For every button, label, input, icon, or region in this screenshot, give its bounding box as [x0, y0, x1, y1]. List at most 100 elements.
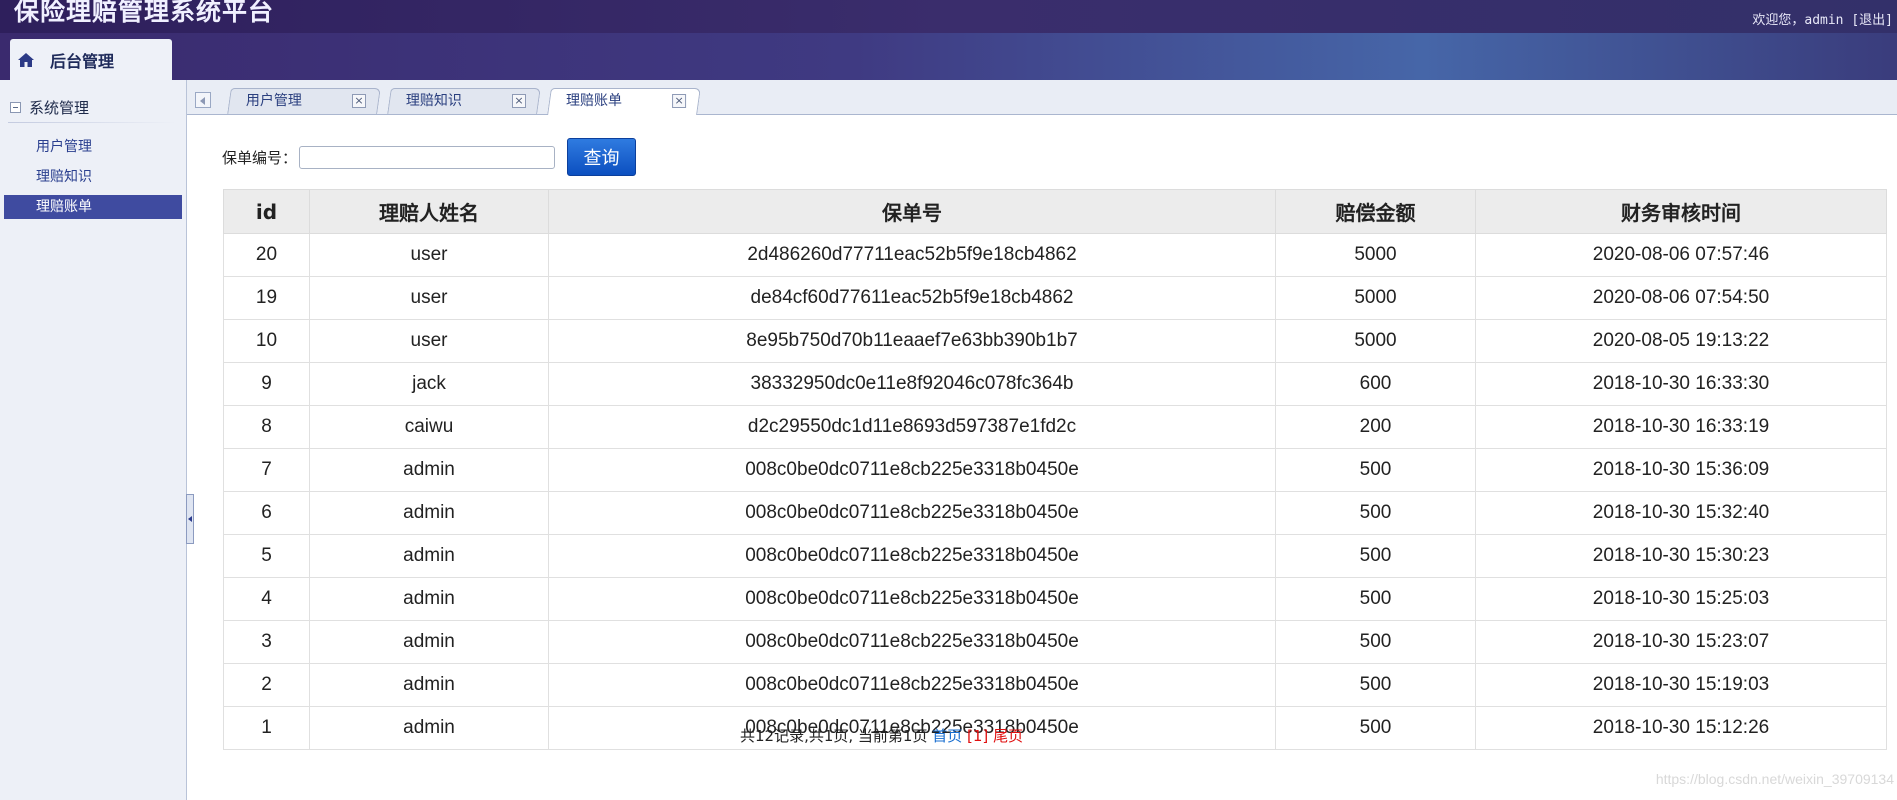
close-icon[interactable]: × [512, 94, 526, 108]
column-header: 赔偿金额 [1275, 189, 1476, 234]
column-header: 理赔人姓名 [309, 189, 549, 234]
cell-id: 8 [223, 405, 310, 449]
welcome-bar: 欢迎您，admin [退出] [1752, 9, 1893, 28]
cell-amount: 500 [1275, 491, 1476, 535]
table-header-row: id 理赔人姓名 保单号 赔偿金额 财务审核时间 [223, 189, 1887, 234]
cell-policy-no: 38332950dc0e11e8f92046c078fc364b [548, 362, 1276, 406]
cell-policy-no: 8e95b750d70b11eaaef7e63bb390b1b7 [548, 319, 1276, 363]
policy-number-input[interactable] [299, 145, 556, 169]
cell-policy-no: 008c0be0dc0711e8cb225e3318b0450e [548, 448, 1276, 492]
cell-id: 3 [223, 620, 310, 664]
cell-amount: 5000 [1275, 233, 1476, 277]
cell-amount: 500 [1275, 577, 1476, 621]
tab-label: 理赔账单 [566, 93, 622, 109]
watermark: https://blog.csdn.net/weixin_39709134 [1655, 771, 1894, 787]
cell-audit-time: 2018-10-30 15:30:23 [1475, 534, 1887, 578]
cell-policy-no: 2d486260d77711eac52b5f9e18cb4862 [548, 233, 1276, 277]
close-icon[interactable]: × [352, 94, 366, 108]
sidebar-divider [8, 122, 176, 123]
tab-label: 用户管理 [245, 93, 302, 109]
app-header: 保险理赔管理系统平台 欢迎您，admin [退出] 后台管理 [0, 0, 1897, 81]
column-header: 保单号 [548, 189, 1276, 234]
cell-id: 1 [223, 706, 310, 750]
cell-amount: 200 [1275, 405, 1476, 449]
cell-amount: 5000 [1275, 276, 1476, 320]
cell-audit-time: 2018-10-30 15:25:03 [1475, 577, 1887, 621]
cell-claimant: user [309, 233, 549, 277]
column-header: 财务审核时间 [1475, 189, 1887, 234]
sidebar-item-bills[interactable]: 理赔账单 [4, 195, 182, 219]
cell-audit-time: 2018-10-30 15:23:07 [1475, 620, 1887, 664]
cell-audit-time: 2018-10-30 16:33:30 [1475, 362, 1887, 406]
tab-scroll-left-icon[interactable] [195, 92, 211, 108]
collapse-minus-icon[interactable] [10, 102, 21, 113]
tab-strip: 用户管理 × 理赔知识 × 理赔账单 × [187, 80, 1897, 115]
cell-audit-time: 2020-08-06 07:54:50 [1475, 276, 1887, 320]
cell-audit-time: 2020-08-06 07:57:46 [1475, 233, 1887, 277]
pagination: 共12记录,共1页, 当前第1页 首页 [1] 尾页 [740, 725, 1023, 746]
logout-link[interactable]: [退出] [1851, 13, 1893, 28]
table-row: 4 admin 008c0be0dc0711e8cb225e3318b0450e 50… [223, 577, 1887, 621]
cell-id: 20 [223, 233, 310, 277]
sidebar-group-system[interactable]: 系统管理 [10, 97, 89, 118]
sidebar-item-users[interactable]: 用户管理 [4, 135, 182, 159]
column-header: id [223, 189, 310, 234]
main-tab-label: 后台管理 [50, 52, 115, 71]
cell-claimant: admin [309, 620, 549, 664]
close-icon[interactable]: × [672, 94, 687, 108]
cell-claimant: admin [309, 577, 549, 621]
cell-audit-time: 2018-10-30 15:19:03 [1475, 663, 1887, 707]
cell-amount: 500 [1275, 706, 1476, 750]
first-page-link[interactable]: 首页 [932, 727, 962, 745]
cell-audit-time: 2020-08-05 19:13:22 [1475, 319, 1887, 363]
cell-claimant: admin [309, 663, 549, 707]
cell-amount: 600 [1275, 362, 1476, 406]
cell-id: 5 [223, 534, 310, 578]
app-title: 保险理赔管理系统平台 [14, 0, 275, 26]
claim-bill-table: id 理赔人姓名 保单号 赔偿金额 财务审核时间 20 user 2d486260d… [223, 189, 1887, 750]
home-icon [18, 53, 34, 67]
search-row: 保单编号： 查询 [222, 138, 637, 176]
cell-claimant: admin [309, 448, 549, 492]
sidebar-item-knowledge[interactable]: 理赔知识 [4, 165, 182, 189]
sidebar-group-label: 系统管理 [29, 99, 90, 117]
cell-audit-time: 2018-10-30 15:12:26 [1475, 706, 1887, 750]
cell-policy-no: 008c0be0dc0711e8cb225e3318b0450e [548, 663, 1276, 707]
cell-claimant: admin [309, 491, 549, 535]
cell-policy-no: 008c0be0dc0711e8cb225e3318b0450e [548, 491, 1276, 535]
main-tab-admin[interactable]: 后台管理 [10, 39, 172, 81]
table-row: 7 admin 008c0be0dc0711e8cb225e3318b0450e 50… [223, 448, 1887, 492]
header-topbar [0, 0, 1897, 33]
cell-claimant: jack [309, 362, 549, 406]
cell-amount: 500 [1275, 534, 1476, 578]
table-row: 19 user de84cf60d77611eac52b5f9e18cb4862 50… [223, 276, 1887, 320]
table-row: 10 user 8e95b750d70b11eaaef7e63bb390b1b7 50… [223, 319, 1887, 363]
last-page-link[interactable]: 尾页 [993, 727, 1023, 745]
cell-policy-no: de84cf60d77611eac52b5f9e18cb4862 [548, 276, 1276, 320]
policy-number-label: 保单编号： [222, 148, 298, 167]
cell-id: 9 [223, 362, 310, 406]
cell-amount: 500 [1275, 448, 1476, 492]
tab-bills[interactable]: 理赔账单 × [547, 88, 701, 115]
table-row: 9 jack 38332950dc0e11e8f92046c078fc364b 600… [223, 362, 1887, 406]
table-row: 5 admin 008c0be0dc0711e8cb225e3318b0450e 50… [223, 534, 1887, 578]
tab-label: 理赔知识 [405, 93, 462, 109]
current-page: [1] [962, 727, 994, 745]
sidebar-collapse-handle[interactable] [186, 494, 194, 544]
pager-summary: 共12记录,共1页, 当前第1页 [740, 727, 933, 745]
cell-policy-no: 008c0be0dc0711e8cb225e3318b0450e [548, 577, 1276, 621]
cell-claimant: admin [309, 534, 549, 578]
tab-knowledge[interactable]: 理赔知识 × [387, 88, 541, 114]
sidebar: 系统管理 用户管理 理赔知识 理赔账单 [0, 80, 187, 800]
table-row: 8 caiwu d2c29550dc1d11e8693d597387e1fd2c 20… [223, 405, 1887, 449]
cell-id: 4 [223, 577, 310, 621]
cell-policy-no: 008c0be0dc0711e8cb225e3318b0450e [548, 534, 1276, 578]
cell-id: 7 [223, 448, 310, 492]
tab-users[interactable]: 用户管理 × [227, 88, 381, 114]
welcome-text: 欢迎您，admin [1752, 13, 1852, 28]
cell-audit-time: 2018-10-30 15:36:09 [1475, 448, 1887, 492]
table-row: 6 admin 008c0be0dc0711e8cb225e3318b0450e 50… [223, 491, 1887, 535]
cell-claimant: caiwu [309, 405, 549, 449]
query-button[interactable]: 查询 [567, 138, 637, 176]
cell-id: 6 [223, 491, 310, 535]
